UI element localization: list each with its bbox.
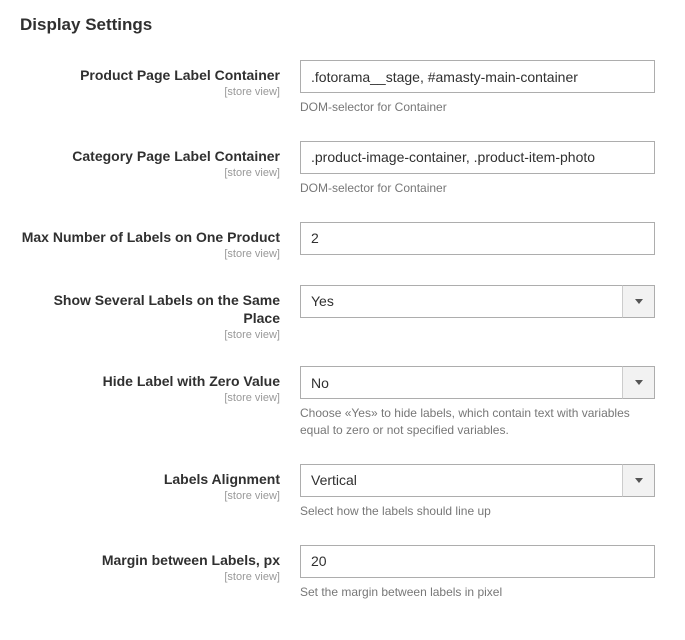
category-page-container-input[interactable]	[300, 141, 655, 174]
field-label: Labels Alignment	[20, 470, 280, 488]
input-col: DOM-selector for Container	[300, 141, 655, 197]
field-max-labels: Max Number of Labels on One Product [sto…	[20, 222, 665, 260]
field-scope: [store view]	[20, 248, 280, 260]
input-col: Yes	[300, 285, 655, 318]
field-scope: [store view]	[20, 392, 280, 404]
field-scope: [store view]	[20, 86, 280, 98]
field-scope: [store view]	[20, 167, 280, 179]
field-label: Product Page Label Container	[20, 66, 280, 84]
field-alignment: Labels Alignment [store view] Vertical S…	[20, 464, 665, 520]
field-scope: [store view]	[20, 571, 280, 583]
field-product-page-container: Product Page Label Container [store view…	[20, 60, 665, 116]
alignment-select[interactable]: Vertical	[300, 464, 655, 497]
input-col: Set the margin between labels in pixel	[300, 545, 655, 601]
section-title: Display Settings	[20, 15, 665, 35]
label-col: Hide Label with Zero Value [store view]	[20, 366, 300, 404]
field-note: DOM-selector for Container	[300, 180, 655, 197]
input-col: No Choose «Yes» to hide labels, which co…	[300, 366, 655, 439]
product-page-container-input[interactable]	[300, 60, 655, 93]
field-label: Show Several Labels on the Same Place	[20, 291, 280, 327]
field-category-page-container: Category Page Label Container [store vie…	[20, 141, 665, 197]
hide-zero-select[interactable]: No	[300, 366, 655, 399]
field-several-same-place: Show Several Labels on the Same Place [s…	[20, 285, 665, 341]
field-label: Hide Label with Zero Value	[20, 372, 280, 390]
label-col: Max Number of Labels on One Product [sto…	[20, 222, 300, 260]
input-col	[300, 222, 655, 255]
field-margin: Margin between Labels, px [store view] S…	[20, 545, 665, 601]
field-label: Category Page Label Container	[20, 147, 280, 165]
label-col: Margin between Labels, px [store view]	[20, 545, 300, 583]
field-label: Max Number of Labels on One Product	[20, 228, 280, 246]
field-note: DOM-selector for Container	[300, 99, 655, 116]
field-note: Set the margin between labels in pixel	[300, 584, 655, 601]
max-labels-input[interactable]	[300, 222, 655, 255]
input-col: DOM-selector for Container	[300, 60, 655, 116]
label-col: Show Several Labels on the Same Place [s…	[20, 285, 300, 341]
field-label: Margin between Labels, px	[20, 551, 280, 569]
several-same-place-select[interactable]: Yes	[300, 285, 655, 318]
field-note: Select how the labels should line up	[300, 503, 655, 520]
label-col: Category Page Label Container [store vie…	[20, 141, 300, 179]
input-col: Vertical Select how the labels should li…	[300, 464, 655, 520]
field-scope: [store view]	[20, 329, 280, 341]
label-col: Labels Alignment [store view]	[20, 464, 300, 502]
field-note: Choose «Yes» to hide labels, which conta…	[300, 405, 655, 439]
label-col: Product Page Label Container [store view…	[20, 60, 300, 98]
margin-input[interactable]	[300, 545, 655, 578]
field-hide-zero: Hide Label with Zero Value [store view] …	[20, 366, 665, 439]
field-scope: [store view]	[20, 490, 280, 502]
